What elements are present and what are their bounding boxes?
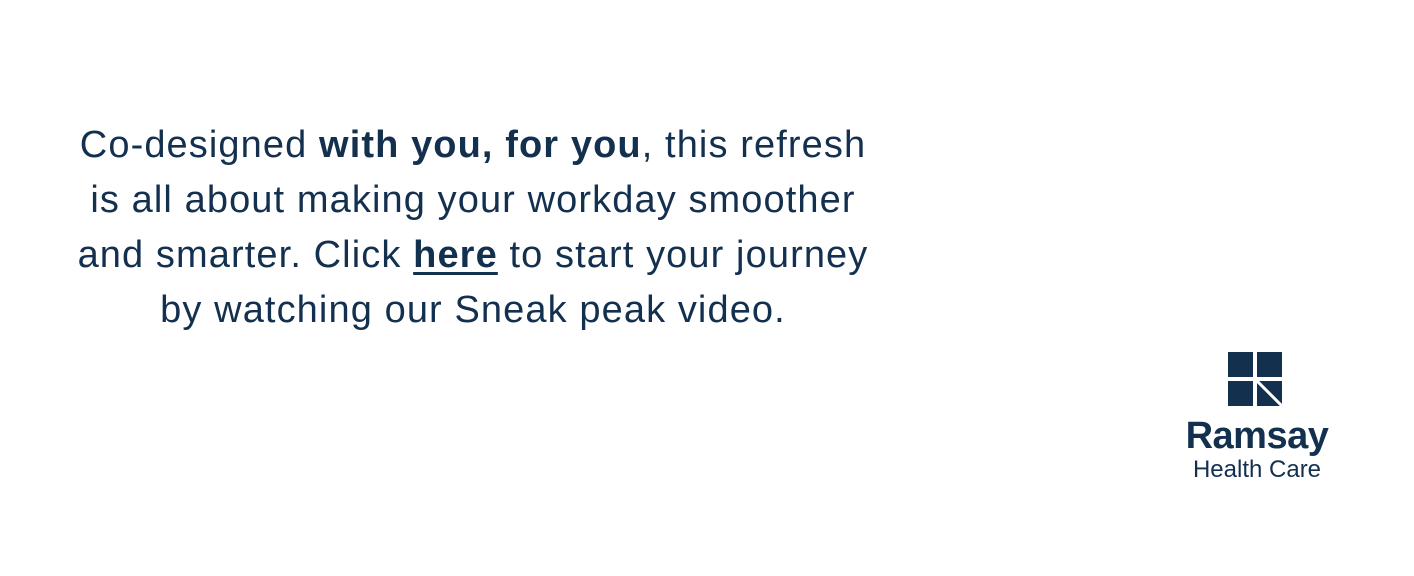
- message-text: Co-designed: [79, 124, 320, 166]
- here-link[interactable]: here: [413, 234, 498, 276]
- message-line-3: and smarter. Click here to start your jo…: [38, 228, 908, 283]
- message-line-4: by watching our Sneak peak video.: [160, 289, 786, 331]
- page: Co-designed with you, for you, this refr…: [0, 0, 1414, 576]
- message-text: , this refresh: [641, 124, 867, 166]
- announcement-message: Co-designed with you, for you, this refr…: [38, 118, 908, 338]
- message-line-1: Co-designed with you, for you, this refr…: [38, 118, 908, 173]
- logo-subtitle: Health Care: [1192, 456, 1322, 483]
- ramsay-logo: Ramsay Health Care: [1170, 350, 1344, 486]
- message-text: to start your journey: [497, 234, 869, 276]
- message-emphasis: with you, for you: [319, 124, 642, 166]
- logo-name: Ramsay: [1185, 415, 1329, 457]
- message-text: and smarter. Click: [77, 234, 414, 276]
- ramsay-quad-square-icon: [1228, 352, 1282, 406]
- message-line-2: is all about making your workday smoothe…: [90, 179, 856, 221]
